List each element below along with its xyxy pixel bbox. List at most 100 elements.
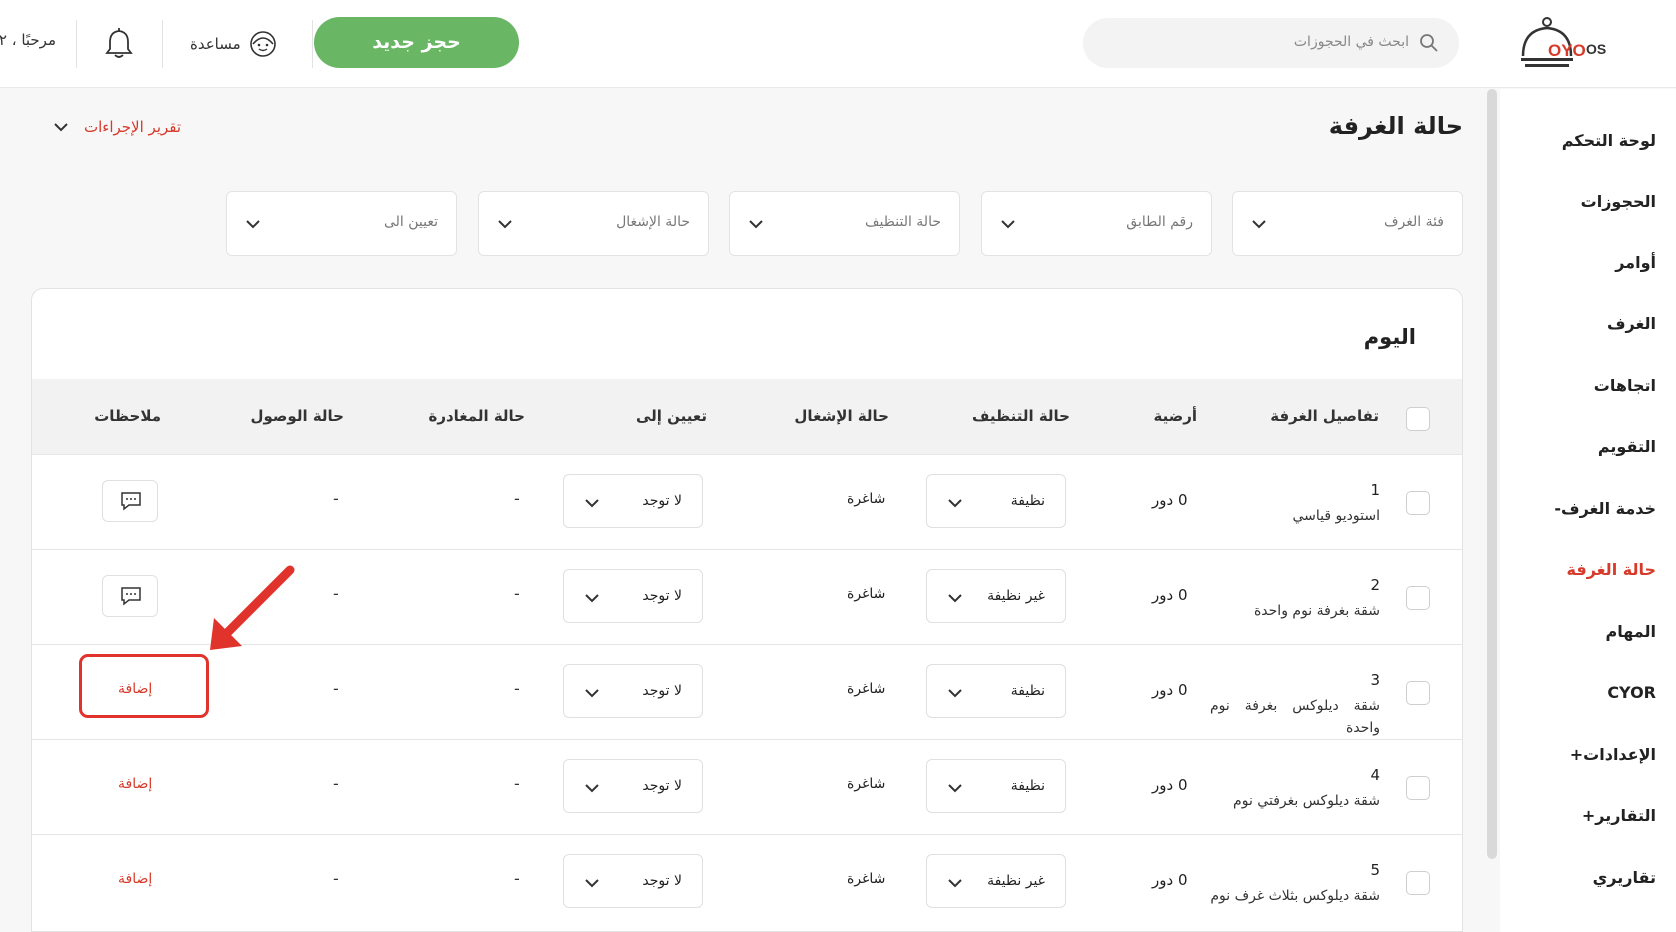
sidebar-item-rooms[interactable]: الغرف xyxy=(1607,314,1656,333)
welcome-text[interactable]: مرحبًا ، ٢ xyxy=(0,31,56,49)
departure-value: - xyxy=(514,869,520,888)
select-all-checkbox[interactable] xyxy=(1406,407,1430,431)
arrival-value: - xyxy=(333,489,339,508)
room-number: 1 xyxy=(1370,481,1380,499)
dropdown-value: نظيفة xyxy=(1010,778,1045,794)
chevron-down-icon xyxy=(1252,220,1266,229)
divider xyxy=(162,20,163,68)
assign-to-dropdown[interactable]: لا توجد xyxy=(563,854,703,908)
room-type: شقة ديلوكس بغرفتي نوم xyxy=(1233,793,1380,809)
sidebar-item-room-status[interactable]: حالة الغرفة xyxy=(1567,560,1656,579)
table-row: 1 استوديو قياسي 0 دور نظيفة شاغرة لا توج… xyxy=(32,454,1462,549)
oyo-logo[interactable]: OYO OS xyxy=(1518,14,1618,72)
filter-label: رقم الطابق xyxy=(1126,214,1193,230)
sidebar-item-calendar[interactable]: التقويم xyxy=(1598,437,1656,456)
arrival-value: - xyxy=(333,584,339,603)
room-number: 2 xyxy=(1370,576,1380,594)
chevron-down-icon xyxy=(1001,220,1015,229)
room-number: 3 xyxy=(1370,671,1380,689)
chevron-down-icon xyxy=(948,784,962,793)
view-note-button[interactable] xyxy=(102,575,158,617)
sidebar-item-trends[interactable]: اتجاهات xyxy=(1594,376,1656,395)
room-type: شقة بغرفة نوم واحدة xyxy=(1253,603,1380,619)
sidebar-item-orders[interactable]: أوامر xyxy=(1615,253,1656,272)
add-note-link[interactable]: إضافة xyxy=(118,871,152,887)
arrival-value: - xyxy=(333,679,339,698)
dropdown-value: غير نظيفة xyxy=(987,588,1045,604)
departure-value: - xyxy=(514,679,520,698)
row-checkbox[interactable] xyxy=(1406,586,1430,610)
cleaning-status-dropdown[interactable]: نظيفة xyxy=(926,664,1066,718)
sidebar-item-my-reports[interactable]: تقاريري xyxy=(1593,868,1656,887)
filter-label: حالة التنظيف xyxy=(865,214,941,230)
new-booking-button[interactable]: حجز جديد xyxy=(314,17,519,68)
sidebar-item-settings[interactable]: الإعدادات+ xyxy=(1570,745,1656,764)
row-checkbox[interactable] xyxy=(1406,681,1430,705)
sidebar-item-room-service[interactable]: خدمة الغرف- xyxy=(1554,499,1656,518)
cleaning-status-dropdown[interactable]: نظيفة xyxy=(926,474,1066,528)
help-label: مساعدة xyxy=(190,35,241,53)
cleaning-status-dropdown[interactable]: غير نظيفة xyxy=(926,854,1066,908)
sidebar-item-dashboard[interactable]: لوحة التحكم xyxy=(1562,131,1656,150)
search-bar[interactable]: ابحث في الحجوزات xyxy=(1083,18,1459,68)
filter-room-category[interactable]: فئة الغرف xyxy=(1232,191,1463,256)
chevron-down-icon xyxy=(246,220,260,229)
chevron-down-icon xyxy=(948,594,962,603)
svg-text:OS: OS xyxy=(1586,41,1606,57)
dropdown-value: لا توجد xyxy=(642,588,682,604)
column-header-assign: تعيين إلى xyxy=(635,407,707,425)
annotation-highlight-box xyxy=(79,654,209,718)
help-button[interactable]: مساعدة xyxy=(190,28,277,60)
room-number: 4 xyxy=(1370,766,1380,784)
floor-value: 0 دور xyxy=(1152,871,1188,889)
row-checkbox[interactable] xyxy=(1406,491,1430,515)
assign-to-dropdown[interactable]: لا توجد xyxy=(563,474,703,528)
sidebar-item-cyor[interactable]: CYOR xyxy=(1607,683,1656,702)
filter-floor-number[interactable]: رقم الطابق xyxy=(981,191,1212,256)
row-checkbox[interactable] xyxy=(1406,776,1430,800)
comment-icon xyxy=(121,492,141,511)
arrival-value: - xyxy=(333,774,339,793)
sidebar: لوحة التحكم الحجوزات أوامر الغرف اتجاهات… xyxy=(1500,89,1676,932)
action-report-label: تقرير الإجراءات xyxy=(84,118,182,136)
filter-assign-to[interactable]: تعيين الى xyxy=(226,191,457,256)
sidebar-item-tasks[interactable]: المهام xyxy=(1605,622,1656,641)
row-checkbox[interactable] xyxy=(1406,871,1430,895)
chevron-down-icon xyxy=(948,879,962,888)
divider xyxy=(312,20,313,68)
floor-value: 0 دور xyxy=(1152,586,1188,604)
add-note-link[interactable]: إضافة xyxy=(118,776,152,792)
floor-value: 0 دور xyxy=(1152,491,1188,509)
assign-to-dropdown[interactable]: لا توجد xyxy=(563,664,703,718)
filter-label: فئة الغرف xyxy=(1383,214,1444,230)
action-report-dropdown[interactable]: تقرير الإجراءات xyxy=(52,118,181,136)
cleaning-status-dropdown[interactable]: غير نظيفة xyxy=(926,569,1066,623)
chevron-down-icon xyxy=(948,499,962,508)
vertical-scrollbar[interactable] xyxy=(1487,89,1497,859)
chevron-down-icon xyxy=(54,123,68,132)
filter-label: تعيين الى xyxy=(383,214,438,230)
dropdown-value: لا توجد xyxy=(642,873,682,889)
cleaning-status-dropdown[interactable]: نظيفة xyxy=(926,759,1066,813)
filter-occupancy-status[interactable]: حالة الإشغال xyxy=(478,191,709,256)
search-placeholder: ابحث في الحجوزات xyxy=(1293,34,1409,50)
dropdown-value: لا توجد xyxy=(642,778,682,794)
occupancy-value: شاغرة xyxy=(847,491,886,507)
logo-text-oyo: OYO xyxy=(1548,41,1586,60)
column-header-room-details: تفاصيل الغرفة xyxy=(1270,407,1379,425)
filter-cleaning-status[interactable]: حالة التنظيف xyxy=(729,191,960,256)
bell-icon[interactable] xyxy=(104,27,134,59)
view-note-button[interactable] xyxy=(102,480,158,522)
assign-to-dropdown[interactable]: لا توجد xyxy=(563,569,703,623)
room-type: شقة ديلوكس بغرفة نوم واحدة xyxy=(1210,698,1380,736)
sidebar-item-reports[interactable]: التقارير+ xyxy=(1582,806,1656,825)
dropdown-value: غير نظيفة xyxy=(987,873,1045,889)
table-row: 5 شقة ديلوكس بثلاث غرف نوم 0 دور غير نظي… xyxy=(32,834,1462,929)
chevron-down-icon xyxy=(585,784,599,793)
sidebar-item-bookings[interactable]: الحجوزات xyxy=(1581,192,1656,211)
dropdown-value: نظيفة xyxy=(1010,683,1045,699)
assign-to-dropdown[interactable]: لا توجد xyxy=(563,759,703,813)
floor-value: 0 دور xyxy=(1152,681,1188,699)
chevron-down-icon xyxy=(585,594,599,603)
help-face-icon xyxy=(249,31,276,57)
